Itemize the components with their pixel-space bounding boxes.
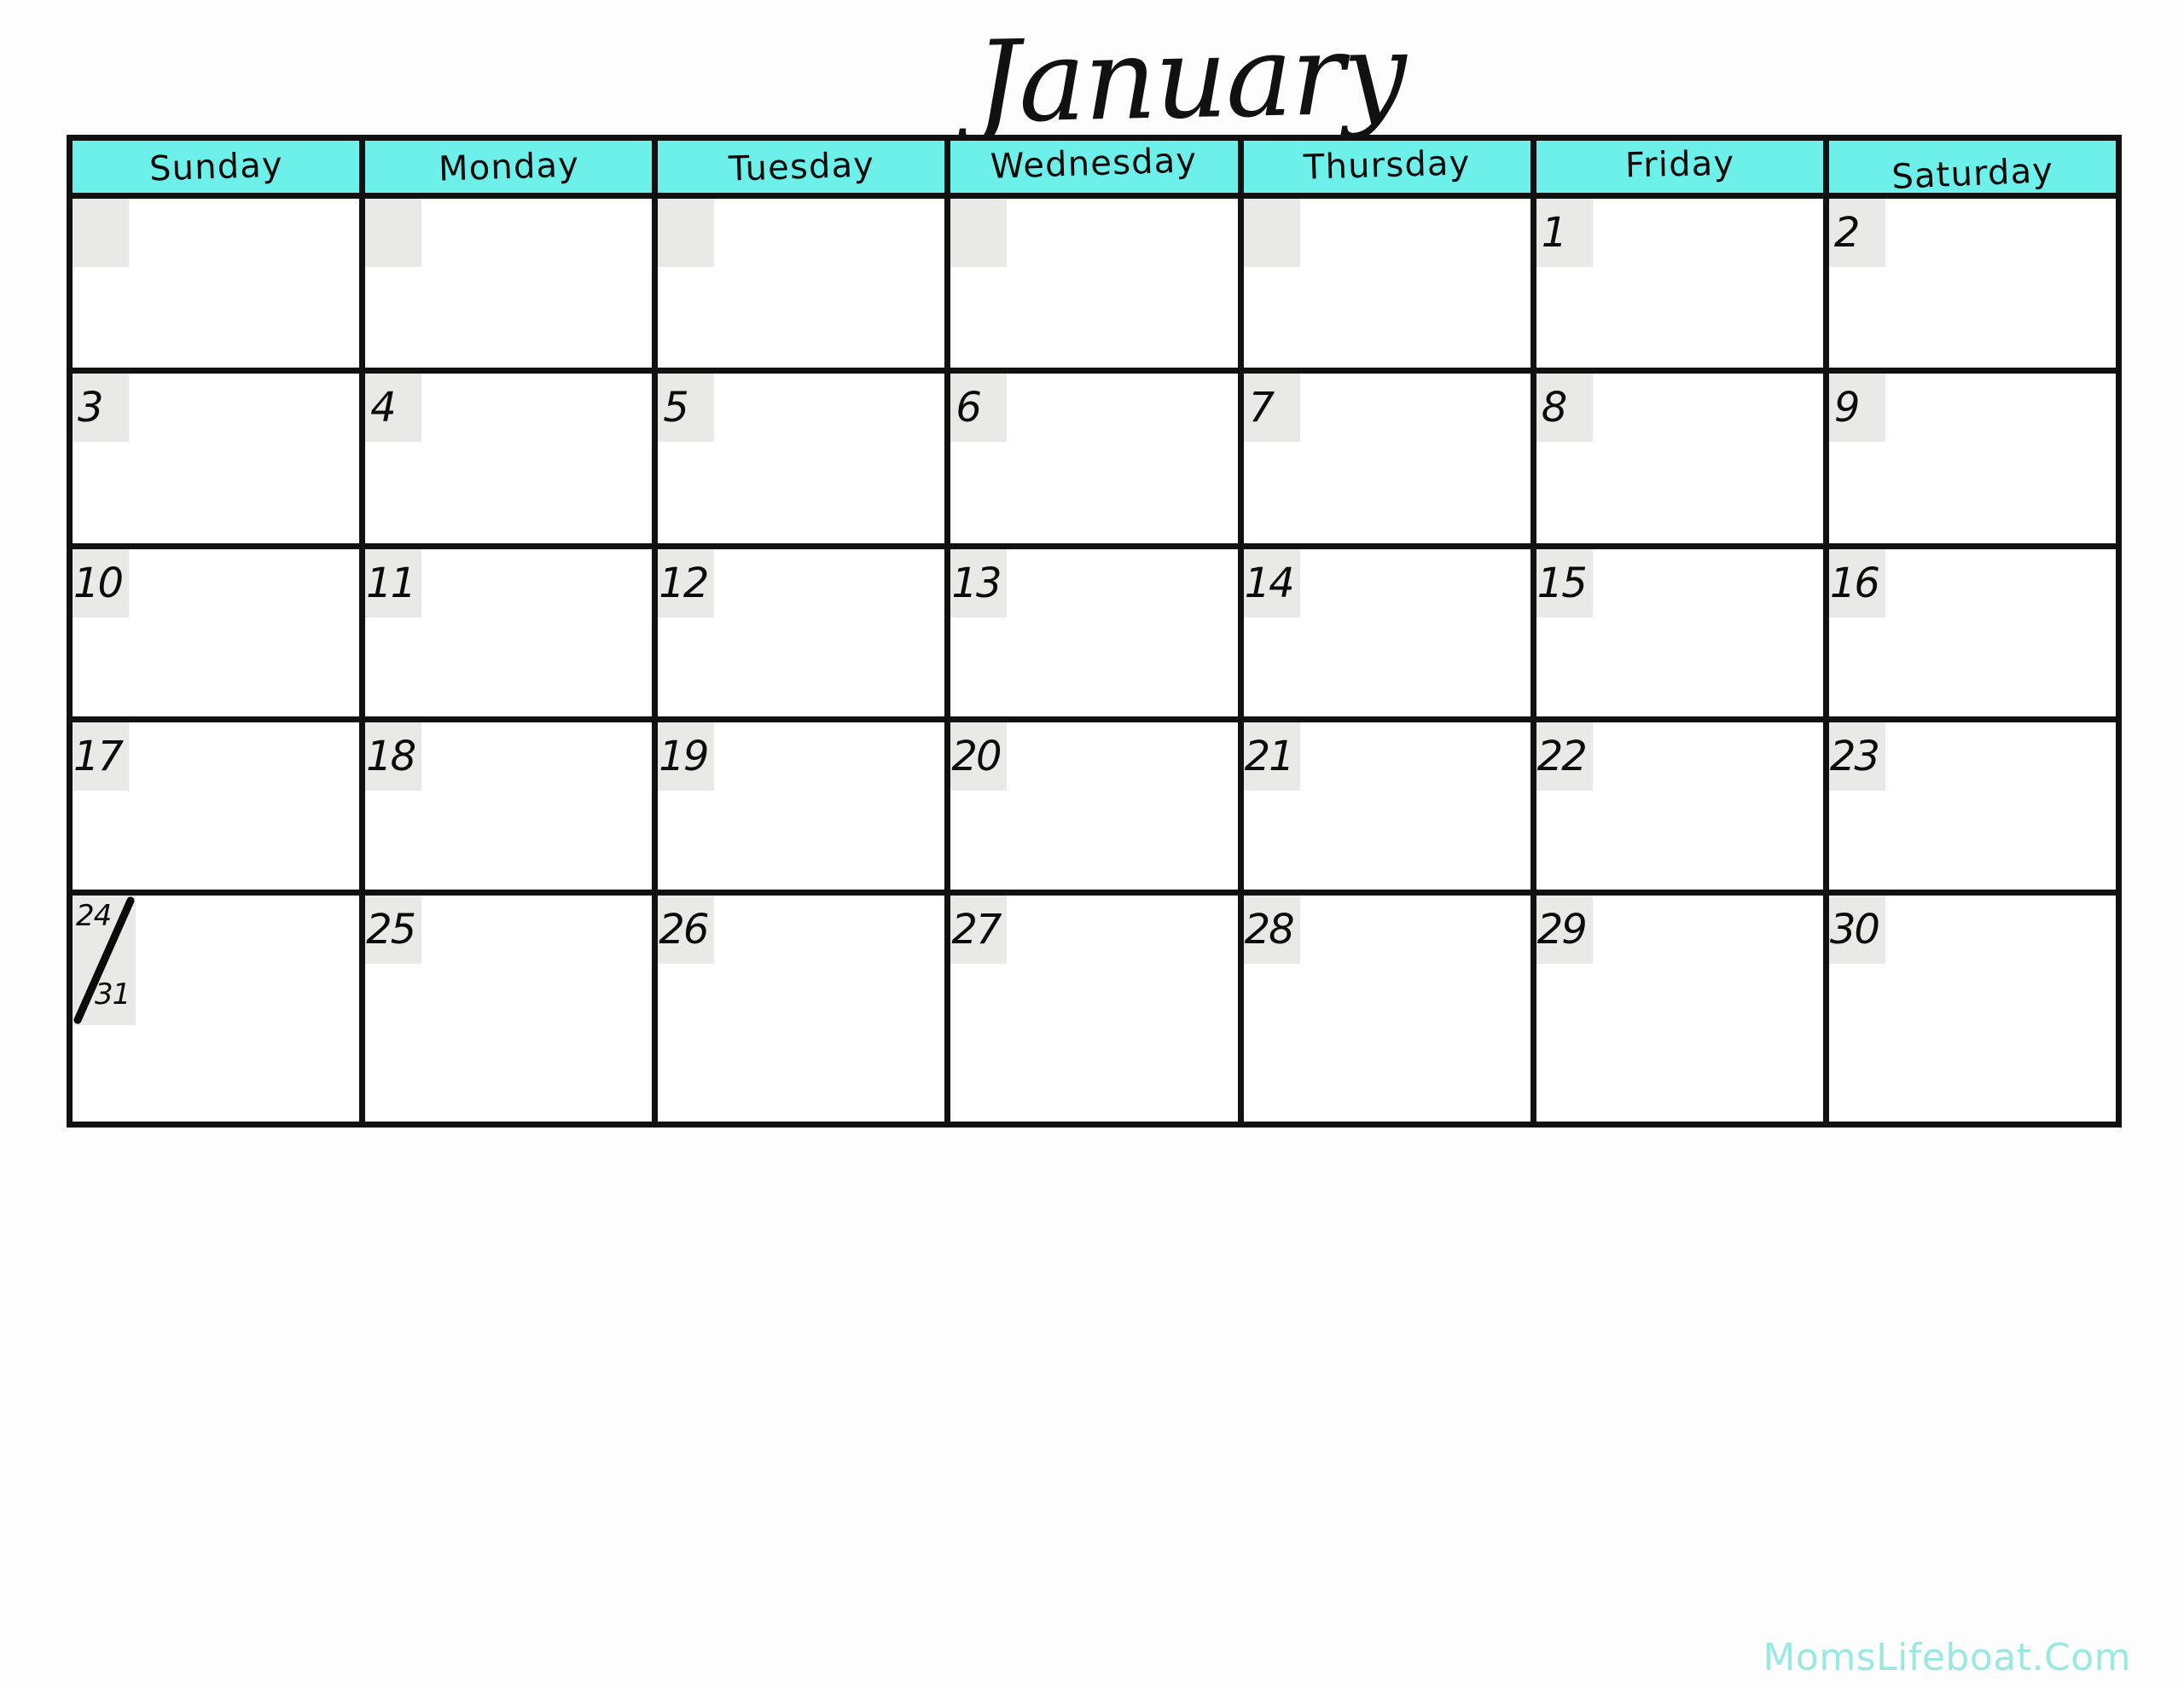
day-cell[interactable]: 6 <box>950 374 1244 549</box>
day-cell[interactable] <box>950 199 1244 374</box>
week-row: 1 2 <box>73 199 2122 374</box>
weekday-header-row: Sunday Monday Tuesday Wednesday Thursday… <box>73 141 2122 199</box>
day-cell-split[interactable]: 24 31 <box>73 896 366 1128</box>
day-cell[interactable]: 4 <box>365 374 659 549</box>
weekday-header-label: Thursday <box>1303 142 1471 188</box>
weekday-header-label: Saturday <box>1891 150 2055 197</box>
day-cell[interactable] <box>365 199 659 374</box>
day-cell[interactable]: 22 <box>1536 722 1829 896</box>
date-number-secondary: 31 <box>95 977 131 1012</box>
date-number <box>658 199 714 267</box>
date-number: 25 <box>366 906 416 954</box>
day-cell[interactable]: 13 <box>950 549 1244 722</box>
date-number: 13 <box>951 559 1002 607</box>
date-number: 12 <box>659 559 709 607</box>
date-number: 22 <box>1536 733 1588 780</box>
day-cell[interactable]: 9 <box>1828 374 2122 549</box>
day-cell[interactable] <box>73 199 366 374</box>
date-number <box>1244 199 1300 267</box>
weekday-header-label: Friday <box>1624 143 1735 185</box>
day-cell[interactable]: 28 <box>1243 896 1536 1128</box>
day-cell[interactable]: 7 <box>1243 374 1536 549</box>
day-cell[interactable]: 8 <box>1536 374 1829 549</box>
day-cell[interactable]: 29 <box>1536 896 1829 1128</box>
day-cell[interactable]: 20 <box>950 722 1244 896</box>
weekday-header-label: Monday <box>437 144 580 189</box>
page-title: January <box>973 8 1407 149</box>
day-cell[interactable]: 1 <box>1536 199 1829 374</box>
day-cell[interactable]: 19 <box>658 722 951 896</box>
date-number: 15 <box>1536 559 1588 607</box>
day-cell[interactable]: 5 <box>658 374 951 549</box>
weekday-header-label: Sunday <box>148 145 284 188</box>
day-cell[interactable]: 17 <box>73 722 366 896</box>
date-number: 18 <box>366 733 416 780</box>
date-number: 4 <box>370 384 397 432</box>
date-number: 19 <box>659 733 709 780</box>
date-number: 17 <box>73 733 124 780</box>
weekday-header-thursday: Thursday <box>1243 141 1536 199</box>
date-number: 20 <box>951 733 1002 780</box>
day-cell[interactable]: 2 <box>1828 199 2122 374</box>
week-row: 3 4 5 6 7 8 9 <box>73 374 2122 549</box>
date-number: 10 <box>73 559 124 607</box>
day-cell[interactable]: 14 <box>1243 549 1536 722</box>
split-date-container: 24 31 <box>73 896 136 1025</box>
calendar-grid: Sunday Monday Tuesday Wednesday Thursday… <box>67 135 2122 1128</box>
day-cell[interactable]: 25 <box>365 896 659 1128</box>
week-row: 24 31 25 26 27 28 29 30 <box>73 896 2122 1128</box>
day-cell[interactable]: 21 <box>1243 722 1536 896</box>
date-number <box>73 199 129 267</box>
day-cell[interactable]: 18 <box>365 722 659 896</box>
date-number: 26 <box>659 906 709 954</box>
weekday-header-friday: Friday <box>1536 141 1829 199</box>
day-cell[interactable]: 27 <box>950 896 1244 1128</box>
date-number: 5 <box>663 384 689 432</box>
day-cell[interactable]: 23 <box>1828 722 2122 896</box>
date-number: 6 <box>956 384 982 432</box>
date-number <box>365 199 421 267</box>
date-number: 21 <box>1244 733 1295 780</box>
day-cell[interactable]: 10 <box>73 549 366 722</box>
date-number <box>950 199 1007 267</box>
date-number: 29 <box>1536 906 1588 954</box>
date-number: 14 <box>1244 559 1295 607</box>
date-number: 9 <box>1833 384 1861 432</box>
date-number: 30 <box>1829 906 1880 954</box>
date-number: 1 <box>1541 209 1568 257</box>
day-cell[interactable]: 11 <box>365 549 659 722</box>
date-number: 23 <box>1829 733 1880 780</box>
date-number: 27 <box>951 906 1002 954</box>
weekday-header-monday: Monday <box>365 141 659 199</box>
day-cell[interactable] <box>658 199 951 374</box>
weekday-header-saturday: Saturday <box>1828 141 2122 199</box>
week-row: 17 18 19 20 21 22 23 <box>73 722 2122 896</box>
day-cell[interactable]: 15 <box>1536 549 1829 722</box>
date-number: 3 <box>78 384 104 432</box>
week-row: 10 11 12 13 14 15 16 <box>73 549 2122 722</box>
date-number: 8 <box>1541 384 1568 432</box>
weekday-header-tuesday: Tuesday <box>658 141 951 199</box>
day-cell[interactable]: 30 <box>1828 896 2122 1128</box>
day-cell[interactable]: 26 <box>658 896 951 1128</box>
weekday-header-label: Wednesday <box>990 141 1199 187</box>
calendar-title-container: January <box>0 0 2184 149</box>
day-cell[interactable] <box>1243 199 1536 374</box>
calendar-page: January Sunday Monday Tuesday Wednesday … <box>0 0 2184 1687</box>
day-cell[interactable]: 16 <box>1828 549 2122 722</box>
date-number: 11 <box>366 559 416 607</box>
date-number-primary: 24 <box>76 899 112 933</box>
date-number: 7 <box>1248 384 1275 432</box>
day-cell[interactable]: 3 <box>73 374 366 549</box>
site-watermark: MomsLifeboat.Com <box>1763 1636 2131 1679</box>
date-number: 28 <box>1244 906 1295 954</box>
weekday-header-sunday: Sunday <box>73 141 366 199</box>
weekday-header-label: Tuesday <box>728 144 875 189</box>
weekday-header-wednesday: Wednesday <box>950 141 1244 199</box>
date-number: 16 <box>1829 559 1880 607</box>
date-number: 2 <box>1833 209 1861 257</box>
day-cell[interactable]: 12 <box>658 549 951 722</box>
